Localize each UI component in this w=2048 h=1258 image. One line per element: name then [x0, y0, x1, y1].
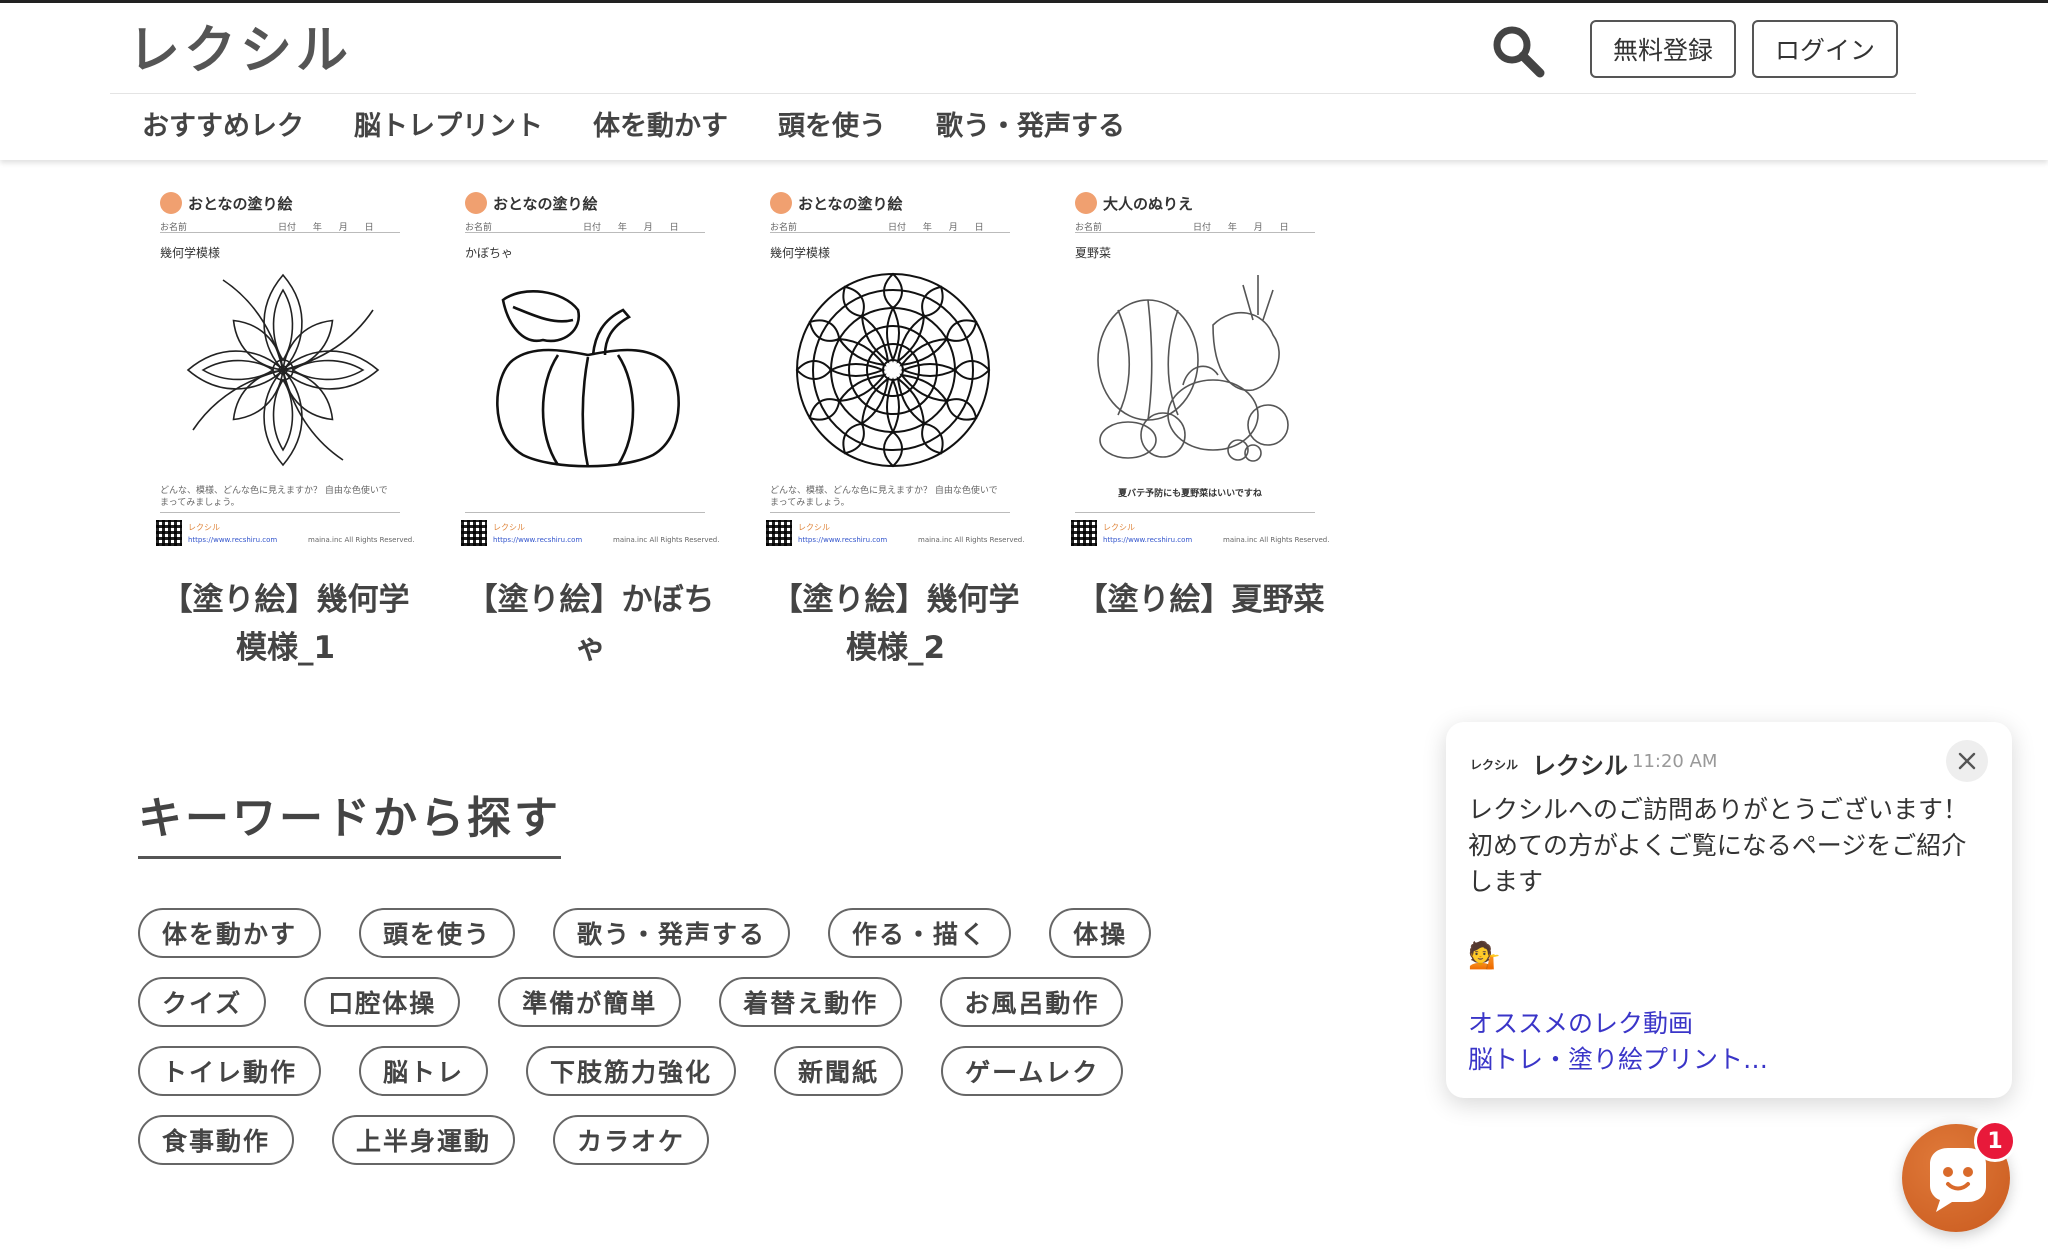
- nav-item-singing[interactable]: 歌う・発声する: [936, 107, 1125, 147]
- close-icon: [1958, 752, 1976, 770]
- chat-link-recommended-videos[interactable]: オススメのレク動画: [1468, 1006, 1693, 1042]
- nav-item-use-head[interactable]: 頭を使う: [778, 107, 886, 147]
- main-nav: おすすめレク 脳トレプリント 体を動かす 頭を使う 歌う・発声する: [142, 107, 1125, 147]
- keyword-tag[interactable]: 上半身運動: [332, 1115, 516, 1165]
- pumpkin-illustration: [496, 289, 680, 468]
- person-tipping-hand-icon: 💁: [1468, 941, 1501, 971]
- register-button[interactable]: 無料登録: [1590, 20, 1736, 78]
- brain-icon: [465, 192, 487, 214]
- keyword-tag[interactable]: 頭を使う: [359, 908, 516, 958]
- keyword-tag-row: トイレ動作 脳トレ 下肢筋力強化 新聞紙 ゲームレク: [138, 1046, 1238, 1096]
- coloring-card[interactable]: おとなの塗り絵 お名前 日付 年 月 日 幾何学模様 どんな、模様、どんな色に見…: [148, 180, 423, 672]
- chat-popup: レクシル レクシル 11:20 AM レクシルへのご訪問ありがとうございます！ …: [1446, 722, 2012, 1098]
- keyword-tag[interactable]: カラオケ: [553, 1115, 710, 1165]
- coloring-sheet-thumbnail[interactable]: おとなの塗り絵 お名前 日付 年 月 日 幾何学模様 どんな、模様、どんな色に見…: [148, 180, 423, 558]
- mandala-flower-illustration: [187, 273, 379, 466]
- keyword-tag[interactable]: 下肢筋力強化: [526, 1046, 737, 1096]
- coloring-card-list: おとなの塗り絵 お名前 日付 年 月 日 幾何学模様 どんな、模様、どんな色に見…: [148, 180, 1338, 672]
- brain-icon: [770, 192, 792, 214]
- chat-brand-logo: レクシル: [1470, 758, 1519, 772]
- chat-message: レクシルへのご訪問ありがとうございます！ 初めての方がよくご覧になるページをご紹…: [1468, 795, 1969, 896]
- keyword-tag[interactable]: トイレ動作: [138, 1046, 322, 1096]
- unread-count-badge: 1: [1974, 1120, 2016, 1162]
- keyword-tag[interactable]: 体操: [1049, 908, 1152, 958]
- qr-code-icon: [156, 520, 182, 546]
- keyword-tag-row: 食事動作 上半身運動 カラオケ: [138, 1115, 1238, 1165]
- chat-timestamp: 11:20 AM: [1632, 751, 1718, 772]
- card-title[interactable]: 【塗り絵】夏野菜: [1063, 576, 1338, 624]
- keyword-tag[interactable]: 脳トレ: [359, 1046, 489, 1096]
- site-logo[interactable]: レクシル: [128, 21, 352, 81]
- keyword-tag[interactable]: 作る・描く: [828, 908, 1012, 958]
- chat-close-button[interactable]: [1946, 740, 1988, 782]
- search-button[interactable]: [1488, 21, 1548, 81]
- site-header: レクシル 無料登録 ログイン おすすめレク 脳トレプリント 体を動かす 頭を使う…: [0, 3, 2048, 160]
- header-divider: [110, 93, 1916, 94]
- nav-item-recommended[interactable]: おすすめレク: [142, 107, 304, 147]
- coloring-card[interactable]: おとなの塗り絵 お名前 日付 年 月 日 幾何学模様 どんな、模様、どんな色に見…: [758, 180, 1033, 672]
- chat-link-brain-prints[interactable]: 脳トレ・塗り絵プリント…: [1468, 1042, 1768, 1078]
- coloring-sheet-thumbnail[interactable]: 大人のぬりえ お名前 日付 年 月 日 夏野菜 夏バテ予防にも夏野菜はいいですね…: [1063, 180, 1338, 558]
- qr-code-icon: [461, 520, 487, 546]
- keyword-tag[interactable]: 新聞紙: [774, 1046, 904, 1096]
- keyword-tag[interactable]: 体を動かす: [138, 908, 322, 958]
- nav-item-body-movement[interactable]: 体を動かす: [593, 107, 728, 147]
- keyword-tag[interactable]: 口腔体操: [304, 977, 461, 1027]
- coloring-card[interactable]: 大人のぬりえ お名前 日付 年 月 日 夏野菜 夏バテ予防にも夏野菜はいいですね…: [1063, 180, 1338, 672]
- keyword-tag[interactable]: 着替え動作: [719, 977, 903, 1027]
- card-title[interactable]: 【塗り絵】かぼちゃ: [453, 576, 728, 672]
- nav-item-brain-training[interactable]: 脳トレプリント: [354, 107, 543, 147]
- card-title[interactable]: 【塗り絵】幾何学模様_2: [758, 576, 1033, 672]
- keyword-tag[interactable]: クイズ: [138, 977, 267, 1027]
- brain-icon: [1075, 192, 1097, 214]
- chat-sender-name: レクシル: [1532, 752, 1628, 780]
- keyword-tag[interactable]: 準備が簡単: [498, 977, 682, 1027]
- search-icon: [1493, 26, 1545, 78]
- coloring-card[interactable]: おとなの塗り絵 お名前 日付 年 月 日 かぼちゃ レクシル https://w: [453, 180, 728, 672]
- summer-vegetables-illustration: [1097, 275, 1289, 462]
- brain-icon: [160, 192, 182, 214]
- keyword-tag[interactable]: 歌う・発声する: [553, 908, 791, 958]
- mandala-round-illustration: [796, 272, 990, 467]
- keyword-tag[interactable]: ゲームレク: [941, 1046, 1124, 1096]
- keyword-tag-list: 体を動かす 頭を使う 歌う・発声する 作る・描く 体操 クイズ 口腔体操 準備が…: [138, 908, 1238, 1184]
- coloring-sheet-thumbnail[interactable]: おとなの塗り絵 お名前 日付 年 月 日 幾何学模様 どんな、模様、どんな色に見…: [758, 180, 1033, 558]
- login-button[interactable]: ログイン: [1752, 20, 1898, 78]
- keyword-tag[interactable]: 食事動作: [138, 1115, 295, 1165]
- keyword-tag[interactable]: お風呂動作: [940, 977, 1124, 1027]
- qr-code-icon: [766, 520, 792, 546]
- keyword-tag-row: 体を動かす 頭を使う 歌う・発声する 作る・描く 体操: [138, 908, 1238, 958]
- card-title[interactable]: 【塗り絵】幾何学模様_1: [148, 576, 423, 672]
- coloring-sheet-thumbnail[interactable]: おとなの塗り絵 お名前 日付 年 月 日 かぼちゃ レクシル https://w: [453, 180, 728, 558]
- qr-code-icon: [1071, 520, 1097, 546]
- keyword-section-heading: キーワードから探す: [138, 790, 561, 859]
- keyword-tag-row: クイズ 口腔体操 準備が簡単 着替え動作 お風呂動作: [138, 977, 1238, 1027]
